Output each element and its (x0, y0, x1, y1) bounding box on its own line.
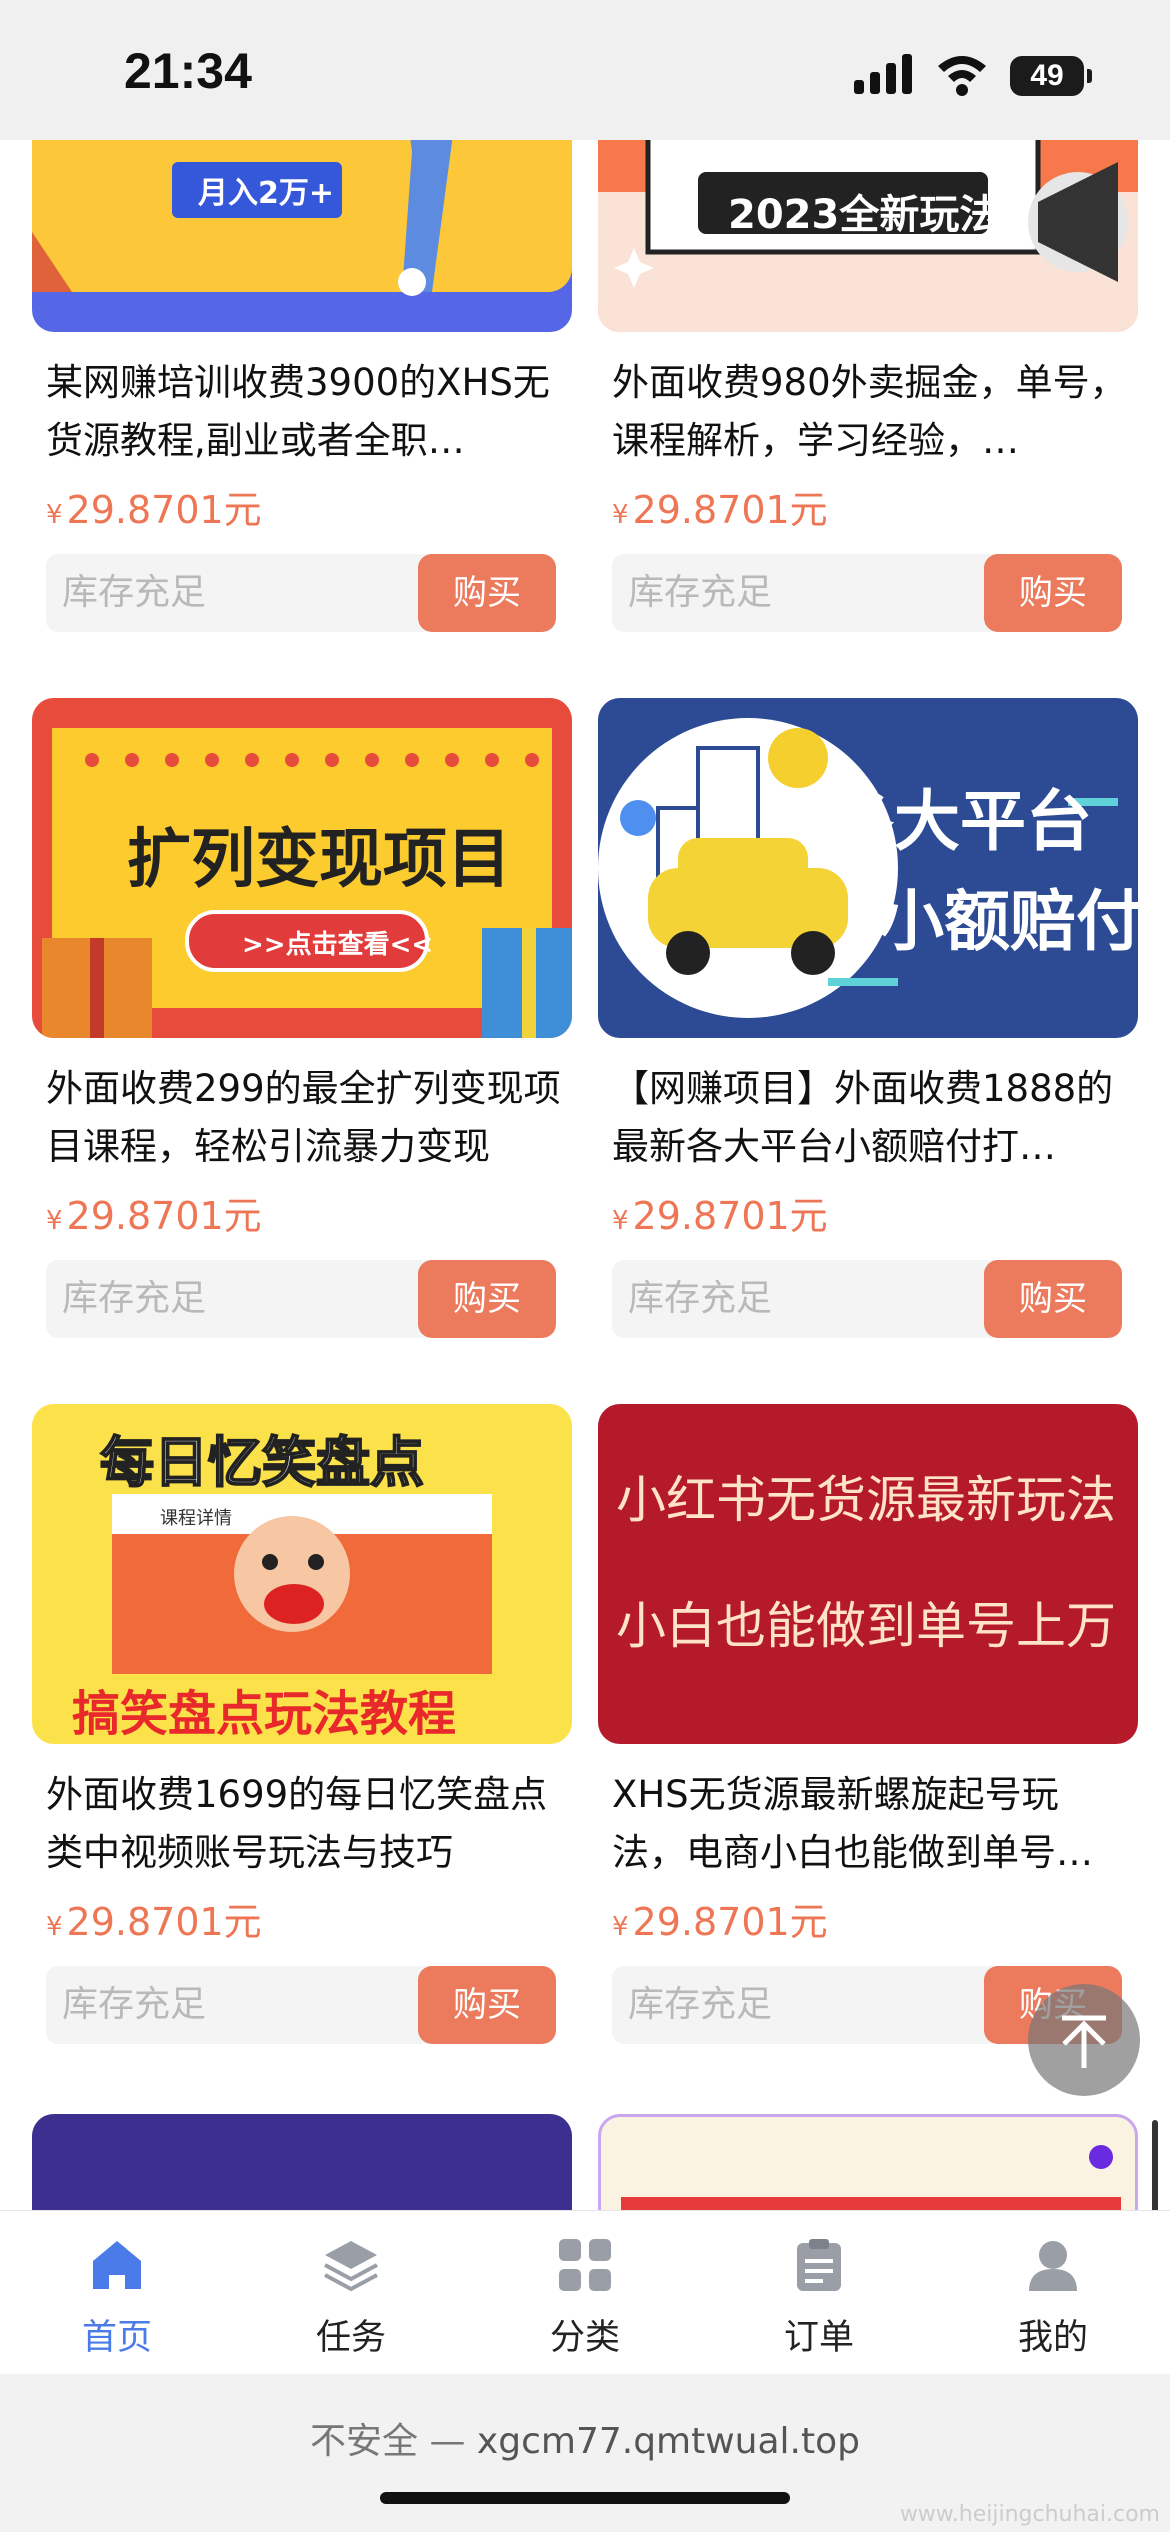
tab-category[interactable]: 分类 (468, 2211, 702, 2375)
bottom-tab-bar: 首页 任务 分类 订单 我的 (0, 2210, 1170, 2375)
stock-status: 库存充足 (62, 1984, 207, 2025)
product-price: ¥29.8701元 (612, 482, 828, 543)
price-value: 29.8701元 (632, 1900, 828, 1944)
product-title[interactable]: 外面收费980外卖掘金，单号，课程解析，学习经验，… (612, 354, 1132, 474)
tab-label: 首页 (81, 2318, 152, 2358)
currency-symbol: ¥ (46, 1206, 63, 1236)
product-thumbnail[interactable]: 小红书无货源最新玩法 小白也能做到单号上万 (598, 1404, 1138, 1744)
wifi-icon (938, 56, 986, 96)
stock-status: 库存充足 (628, 1278, 773, 1319)
product-card[interactable] (32, 2114, 572, 2212)
product-thumbnail[interactable] (32, 2114, 572, 2212)
price-value: 29.8701元 (66, 1194, 262, 1238)
thumb-caption: 每日忆笑盘点 (99, 1430, 425, 1495)
stock-bar: 库存充足 购买 (46, 1260, 556, 1338)
thumb-caption: 小红书无货源最新玩法 (616, 1471, 1116, 1529)
buy-button[interactable]: 购买 (418, 1260, 556, 1338)
stock-bar: 库存充足 购买 (612, 554, 1122, 632)
home-icon (93, 2241, 141, 2289)
product-price: ¥29.8701元 (612, 1894, 828, 1955)
thumb-inner-label: 课程详情 (160, 1508, 232, 1529)
product-price: ¥29.8701元 (612, 1188, 828, 1249)
product-price: ¥29.8701元 (46, 482, 262, 543)
cellular-signal-icon (854, 54, 912, 94)
product-thumbnail[interactable] (598, 2114, 1138, 2212)
currency-symbol: ¥ (612, 1912, 629, 1942)
thumb-subcaption: >>点击查看<< (242, 930, 434, 960)
tab-label: 任务 (315, 2318, 386, 2358)
not-secure-label: 不安全 — (310, 2421, 466, 2462)
stock-bar: 库存充足 购买 (612, 1260, 1122, 1338)
arrow-up-icon (1062, 2015, 1106, 2068)
product-card[interactable]: 小红书无货源最新玩法 小白也能做到单号上万 XHS无货源最新螺旋起号玩法，电商小… (598, 1404, 1138, 2044)
currency-symbol: ¥ (46, 500, 63, 530)
back-to-top-button[interactable] (1028, 1984, 1140, 2096)
stock-status: 库存充足 (62, 1278, 207, 1319)
product-price: ¥29.8701元 (46, 1894, 262, 1955)
product-card[interactable] (598, 2114, 1138, 2212)
watermark: www.heijingchuhai.com (899, 2502, 1160, 2527)
product-title[interactable]: 某网赚培训收费3900的XHS无货源教程,副业或者全职… (46, 354, 566, 474)
clipboard-icon (797, 2239, 841, 2291)
thumb-subcaption: 小白也能做到单号上万 (616, 1597, 1116, 1655)
thumb-subcaption: 小额赔付 (878, 883, 1138, 960)
url-host: xgcm77.qmtwual.top (476, 2421, 860, 2462)
thumb-caption: 各大平台 (828, 783, 1092, 860)
stock-bar: 库存充足 购买 (46, 554, 556, 632)
tab-label: 我的 (1017, 2318, 1088, 2358)
price-value: 29.8701元 (66, 488, 262, 532)
stock-status: 库存充足 (62, 572, 207, 613)
product-card[interactable]: 每日忆笑盘点 课程详情 搞笑盘点玩法教程 外面收费1699的每日忆笑盘点类中视频… (32, 1404, 572, 2044)
user-icon (1029, 2241, 1077, 2291)
buy-button[interactable]: 购买 (418, 1966, 556, 2044)
price-value: 29.8701元 (66, 1900, 262, 1944)
tab-home[interactable]: 首页 (0, 2211, 234, 2375)
tab-label: 订单 (783, 2318, 854, 2358)
product-title[interactable]: XHS无货源最新螺旋起号玩法，电商小白也能做到单号… (612, 1766, 1132, 1886)
url-text[interactable]: 不安全 — xgcm77.qmtwual.top (0, 2412, 1170, 2464)
price-value: 29.8701元 (632, 488, 828, 532)
home-indicator[interactable] (380, 2492, 790, 2504)
price-value: 29.8701元 (632, 1194, 828, 1238)
layers-icon (324, 2241, 378, 2292)
tab-label: 分类 (549, 2318, 620, 2358)
buy-button[interactable]: 购买 (418, 554, 556, 632)
product-thumbnail[interactable]: 扩列变现项目 >>点击查看<< (32, 698, 572, 1038)
tab-tasks[interactable]: 任务 (234, 2211, 468, 2375)
battery-indicator: 49 (1010, 56, 1092, 96)
product-grid: 月入2万+ 某网赚培训收费3900的XHS无货源教程,副业或者全职… ¥29.8… (0, 0, 1170, 2212)
product-thumbnail[interactable]: 每日忆笑盘点 课程详情 搞笑盘点玩法教程 (32, 1404, 572, 1744)
buy-button[interactable]: 购买 (984, 1260, 1122, 1338)
stock-status: 库存充足 (628, 1984, 773, 2025)
product-thumbnail[interactable]: 各大平台 小额赔付 (598, 698, 1138, 1038)
product-price: ¥29.8701元 (46, 1188, 262, 1249)
stock-bar: 库存充足 购买 (46, 1966, 556, 2044)
thumb-caption: 扩列变现项目 (127, 823, 511, 897)
product-card[interactable]: 各大平台 小额赔付 【网赚项目】外面收费1888的最新各大平台小额赔付打… ¥2… (598, 698, 1138, 1338)
product-title[interactable]: 外面收费299的最全扩列变现项目课程，轻松引流暴力变现 (46, 1060, 566, 1180)
thumb-subcaption: 搞笑盘点玩法教程 (72, 1686, 457, 1742)
product-title[interactable]: 外面收费1699的每日忆笑盘点类中视频账号玩法与技巧 (46, 1766, 566, 1886)
status-bar: 21:34 49 (0, 0, 1170, 140)
grid-icon (559, 2239, 611, 2291)
buy-button[interactable]: 购买 (984, 554, 1122, 632)
thumb-caption: 2023全新玩法 (728, 192, 1000, 238)
status-time: 21:34 (124, 43, 252, 99)
currency-symbol: ¥ (612, 500, 629, 530)
currency-symbol: ¥ (612, 1206, 629, 1236)
stock-status: 库存充足 (628, 572, 773, 613)
product-card[interactable]: 扩列变现项目 >>点击查看<< 外面收费299的最全扩列变现项目课程，轻松引流暴… (32, 698, 572, 1338)
thumb-caption: 月入2万+ (198, 176, 335, 211)
tab-mine[interactable]: 我的 (936, 2211, 1170, 2375)
browser-address-bar[interactable]: 不安全 — xgcm77.qmtwual.top www.heijingchuh… (0, 2374, 1170, 2532)
product-title[interactable]: 【网赚项目】外面收费1888的最新各大平台小额赔付打… (612, 1060, 1132, 1180)
currency-symbol: ¥ (46, 1912, 63, 1942)
tab-orders[interactable]: 订单 (702, 2211, 936, 2375)
